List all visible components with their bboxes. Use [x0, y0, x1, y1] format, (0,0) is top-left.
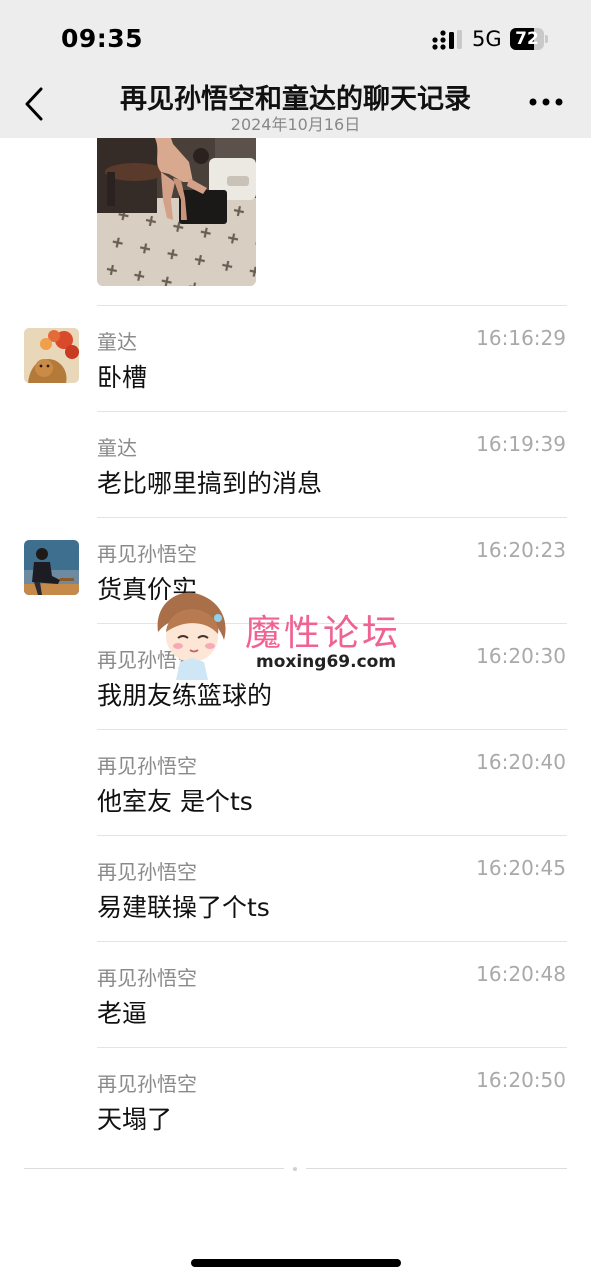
message-item[interactable]: 再见孙悟空 16:20:40 他室友 是个ts: [0, 730, 591, 836]
header: 09:35 5G 72 再见孙悟空和童达的聊天记录 2024年10月16日: [0, 0, 591, 138]
page-date: 2024年10月16日: [230, 115, 361, 134]
avatar[interactable]: [24, 540, 79, 595]
message-time: 16:20:40: [476, 750, 566, 774]
end-dot: [293, 1167, 297, 1171]
battery-icon: 72: [510, 28, 548, 50]
status-time: 09:35: [61, 24, 144, 53]
message-sender: 再见孙悟空: [97, 966, 197, 990]
message-text: 卧槽: [97, 363, 148, 392]
message-sender: 再见孙悟空: [97, 542, 197, 566]
home-indicator[interactable]: [191, 1259, 401, 1267]
message-item[interactable]: 再见孙悟空 16:20:50 天塌了: [0, 1048, 591, 1154]
chevron-left-icon[interactable]: [22, 86, 46, 122]
network-label: 5G: [472, 27, 502, 51]
message-time: 16:20:48: [476, 962, 566, 986]
message-item[interactable]: 再见孙悟空 16:20:45 易建联操了个ts: [0, 836, 591, 942]
message-item[interactable]: 童达 16:16:29 卧槽: [0, 306, 591, 412]
message-time: 16:19:39: [476, 432, 566, 456]
message-time: 16:20:23: [476, 538, 566, 562]
message-text: 天塌了: [97, 1105, 173, 1134]
message-text: 老逼: [97, 999, 148, 1028]
end-divider-left: [24, 1168, 284, 1169]
ellipsis-icon[interactable]: [528, 96, 564, 108]
message-sender: 再见孙悟空: [97, 1072, 197, 1096]
battery-percent: 72: [515, 29, 539, 49]
message-text: 易建联操了个ts: [97, 893, 270, 922]
message-sender: 童达: [97, 330, 137, 354]
watermark-name: 魔性论坛: [245, 613, 402, 654]
message-time: 16:16:29: [476, 326, 566, 350]
message-sender: 再见孙悟空: [97, 754, 197, 778]
watermark-mascot-icon: [157, 592, 226, 680]
message-text: 他室友 是个ts: [97, 787, 253, 816]
message-time: 16:20:45: [476, 856, 566, 880]
message-sender: 童达: [97, 436, 137, 460]
message-time: 16:20:30: [476, 644, 566, 668]
end-divider-right: [306, 1168, 567, 1169]
message-item[interactable]: 再见孙悟空 16:20:48 老逼: [0, 942, 591, 1048]
message-sender: 再见孙悟空: [97, 860, 197, 884]
signal-icon: [432, 30, 462, 50]
message-text: 我朋友练篮球的: [97, 681, 273, 710]
message-time: 16:20:50: [476, 1068, 566, 1092]
chat-history-screen: 09:35 5G 72 再见孙悟空和童达的聊天记录 2024年10月16日 童达…: [0, 0, 591, 1280]
message-item[interactable]: 童达 16:19:39 老比哪里搞到的消息: [0, 412, 591, 518]
watermark-url: moxing69.com: [256, 652, 397, 672]
avatar[interactable]: [24, 328, 79, 383]
message-text: 老比哪里搞到的消息: [97, 469, 323, 498]
image-message[interactable]: [97, 138, 256, 286]
